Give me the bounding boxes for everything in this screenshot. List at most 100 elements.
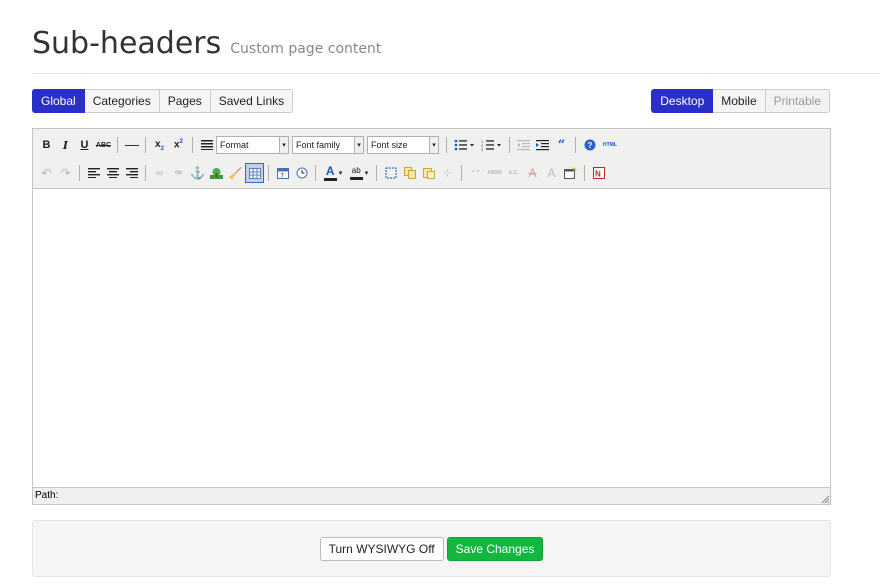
- justify-full-button[interactable]: [197, 135, 216, 155]
- bullet-list-button[interactable]: [451, 135, 478, 155]
- bold-button[interactable]: B: [37, 135, 56, 155]
- tab-saved-links[interactable]: Saved Links: [210, 89, 294, 113]
- editor-statusbar: Path:: [33, 487, 830, 504]
- copy-button[interactable]: [400, 163, 419, 183]
- chevron-down-icon: ▾: [279, 137, 288, 153]
- outdent-icon: [517, 139, 530, 150]
- subscript-icon: x2: [155, 138, 164, 152]
- strikethrough-icon: ABC: [95, 141, 112, 149]
- text-color-swatch: [323, 177, 337, 181]
- numbered-list-button[interactable]: 123: [478, 135, 505, 155]
- italic-button[interactable]: I: [56, 135, 75, 155]
- calendar-icon: 7: [276, 168, 289, 179]
- highlight-color-button[interactable]: ab ▾: [346, 163, 372, 183]
- toggle-wysiwyg-button[interactable]: Turn WYSIWYG Off: [319, 536, 444, 561]
- tab-printable: Printable: [765, 89, 830, 113]
- toolbar-row-1: B I U ABC x2 x2 Format ▾ Font family ▾ Fon…: [37, 131, 826, 159]
- toolbar-separator: [575, 137, 576, 153]
- undo-button[interactable]: ↶: [37, 163, 56, 183]
- attributes-button[interactable]: [561, 163, 580, 183]
- page-title: Sub-headers: [32, 26, 222, 61]
- font-size-label: Font size: [371, 140, 408, 150]
- toolbar-separator: [461, 165, 462, 181]
- align-left-icon: [87, 168, 100, 178]
- save-changes-button[interactable]: Save Changes: [446, 536, 544, 561]
- header-divider: [32, 73, 880, 74]
- cleanup-button[interactable]: 🧹: [226, 163, 245, 183]
- highlight-color-swatch: [349, 177, 363, 180]
- anchor-button[interactable]: ⚓: [188, 163, 207, 183]
- italic-icon: I: [62, 138, 69, 152]
- insert-time-button[interactable]: [292, 163, 311, 183]
- horizontal-rule-icon: [124, 144, 139, 146]
- remove-format-button[interactable]: N: [589, 163, 608, 183]
- underline-icon: U: [80, 139, 89, 151]
- wysiwyg-editor: B I U ABC x2 x2 Format ▾ Font family ▾ Fon…: [32, 128, 831, 505]
- image-button[interactable]: [207, 163, 226, 183]
- deletion-button[interactable]: A: [523, 163, 542, 183]
- tab-desktop[interactable]: Desktop: [651, 89, 714, 113]
- indent-button[interactable]: [533, 135, 552, 155]
- superscript-icon: x2: [174, 139, 183, 151]
- justify-full-icon: [200, 140, 213, 150]
- html-source-button[interactable]: HTML: [599, 135, 621, 155]
- device-tabs: Desktop Mobile Printable: [651, 89, 830, 113]
- toolbar-separator: [145, 137, 146, 153]
- help-button[interactable]: ?: [580, 135, 599, 155]
- deletion-icon: A: [528, 166, 537, 180]
- remove-format-icon: N: [592, 167, 605, 179]
- strikethrough-button[interactable]: ABC: [94, 135, 113, 155]
- html-source-icon: HTML: [603, 142, 617, 148]
- unlink-icon: ⚮: [174, 167, 183, 179]
- toolbar-separator: [376, 165, 377, 181]
- font-family-select[interactable]: Font family ▾: [292, 136, 364, 154]
- underline-button[interactable]: U: [75, 135, 94, 155]
- insertion-button[interactable]: A: [542, 163, 561, 183]
- visual-aid-icon: [248, 167, 261, 179]
- tab-global[interactable]: Global: [32, 89, 85, 113]
- redo-icon: ↷: [60, 166, 71, 180]
- editor-content-area[interactable]: [33, 189, 830, 487]
- acronym-button[interactable]: A.C.: [504, 163, 523, 183]
- svg-text:N: N: [595, 170, 601, 179]
- align-center-button[interactable]: [103, 163, 122, 183]
- visual-aid-button[interactable]: [245, 163, 264, 183]
- cite-button[interactable]: “ ”: [466, 163, 485, 183]
- page-header: Sub-headers Custom page content: [32, 26, 381, 66]
- svg-text:?: ?: [587, 141, 592, 150]
- insert-date-button[interactable]: 7: [273, 163, 292, 183]
- link-icon: ∞: [155, 167, 164, 179]
- text-color-button[interactable]: A ▾: [320, 163, 346, 183]
- align-center-icon: [106, 168, 119, 178]
- align-right-button[interactable]: [122, 163, 141, 183]
- format-select[interactable]: Format ▾: [216, 136, 289, 154]
- align-right-icon: [125, 168, 138, 178]
- unlink-button[interactable]: ⚮: [169, 163, 188, 183]
- outdent-button[interactable]: [514, 135, 533, 155]
- link-button[interactable]: ∞: [150, 163, 169, 183]
- redo-button[interactable]: ↷: [56, 163, 75, 183]
- subscript-button[interactable]: x2: [150, 135, 169, 155]
- crop-icon: ⊹: [443, 167, 452, 179]
- font-size-select[interactable]: Font size ▾: [367, 136, 439, 154]
- cite-icon: “ ”: [471, 168, 480, 178]
- toolbar-separator: [145, 165, 146, 181]
- resize-grip-icon[interactable]: [820, 494, 830, 504]
- align-left-button[interactable]: [84, 163, 103, 183]
- anchor-icon: ⚓: [190, 166, 205, 180]
- superscript-button[interactable]: x2: [169, 135, 188, 155]
- select-all-icon: [385, 167, 396, 179]
- paste-button[interactable]: [419, 163, 438, 183]
- chevron-down-icon: ▾: [338, 170, 343, 177]
- select-all-button[interactable]: [381, 163, 400, 183]
- chevron-down-icon: ▾: [364, 170, 369, 177]
- tab-categories[interactable]: Categories: [84, 89, 160, 113]
- bold-icon: B: [42, 139, 51, 151]
- blockquote-button[interactable]: “: [552, 135, 571, 155]
- paste-icon: [422, 168, 435, 179]
- crop-button[interactable]: ⊹: [438, 163, 457, 183]
- tab-mobile[interactable]: Mobile: [713, 89, 766, 113]
- horizontal-rule-button[interactable]: [122, 135, 141, 155]
- tab-pages[interactable]: Pages: [159, 89, 211, 113]
- abbreviation-button[interactable]: ABBR: [485, 163, 504, 183]
